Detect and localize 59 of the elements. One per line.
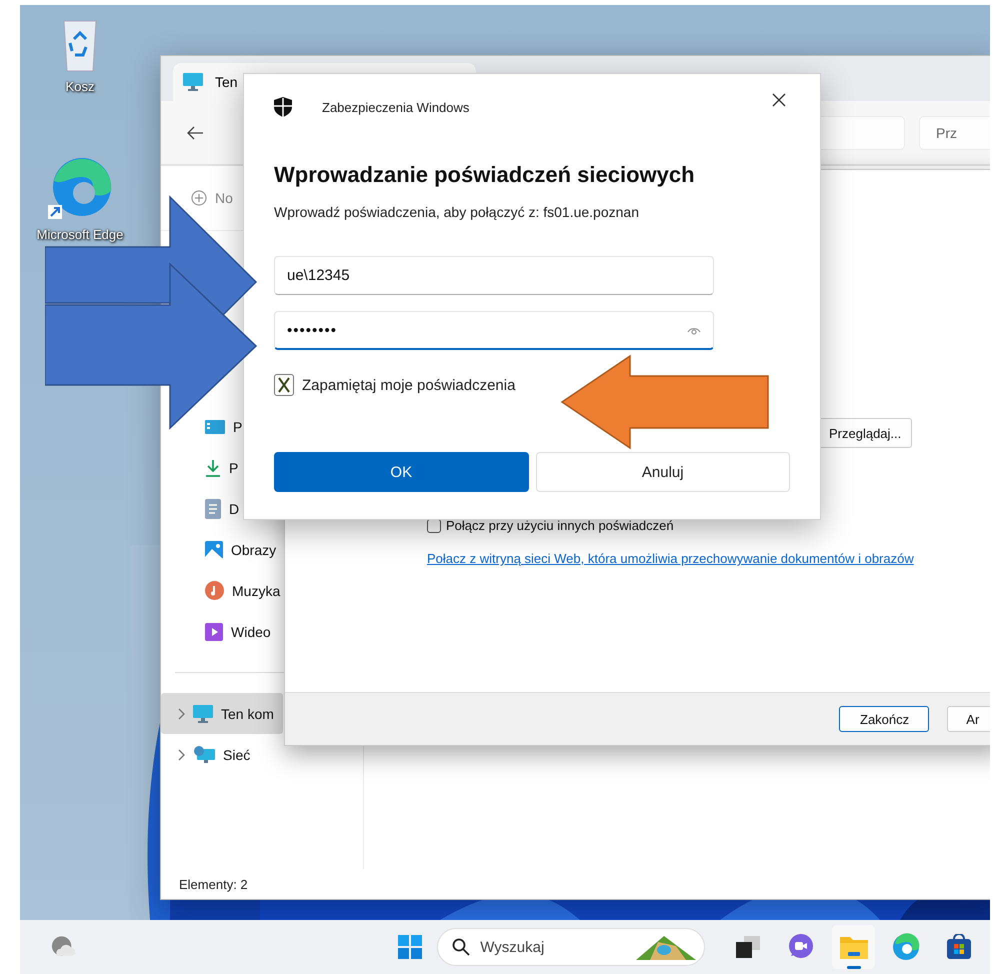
chevron-icon[interactable] (177, 748, 185, 760)
web-link[interactable]: Połacz z witryną sieci Web, która umożliwia przechowywanie dokumentów i obrazów (427, 551, 990, 566)
sidebar-item[interactable]: Obrazy (161, 529, 283, 570)
network-icon (193, 746, 215, 764)
tree-label: Ten kom (221, 706, 274, 722)
status-text: Elementy: 2 (179, 876, 248, 892)
chat-icon (788, 934, 814, 960)
folder-icon (840, 935, 868, 959)
tree-item[interactable]: Ten kom (161, 693, 283, 734)
monitor-icon (183, 73, 203, 91)
browser-shortcut-icon (48, 157, 112, 221)
ok-button[interactable]: OK (274, 452, 528, 492)
sidebar-item[interactable]: Muzyka (161, 570, 283, 611)
chevron-icon[interactable] (177, 708, 185, 720)
pictures-icon (205, 540, 223, 558)
desktop-icon (205, 418, 225, 436)
password-field[interactable]: •••••••• (274, 311, 714, 350)
new-button[interactable]: No (191, 190, 233, 206)
dialog-heading: Wprowadzanie poświadczeń sieciowych (274, 162, 696, 188)
sidebar-item[interactable]: Wideo (161, 611, 283, 652)
checkbox-label: Połącz przy użyciu innych poświadczeń (446, 518, 674, 533)
sidebar-label: Muzyka (232, 582, 280, 598)
landscape-icon (636, 934, 696, 960)
tree-item[interactable]: Sieć (161, 734, 283, 775)
cancel-button[interactable]: Anuluj (536, 452, 790, 492)
browser-icon (892, 933, 920, 961)
download-icon (205, 458, 221, 476)
document-icon (205, 498, 221, 518)
close-icon (772, 93, 786, 107)
wizard-button[interactable]: Zakończ (839, 706, 930, 732)
checkbox[interactable] (274, 374, 294, 396)
search-icon (452, 938, 470, 956)
sidebar-label: P (229, 460, 238, 476)
desktop-icon-label: Microsoft Edge (36, 227, 124, 242)
checkbox-label: Zapamiętaj moje poświadczenia (302, 376, 516, 394)
windows-logo-icon (398, 935, 422, 959)
sidebar-label: D (229, 500, 240, 516)
username-field[interactable]: ue\12345 (274, 256, 714, 295)
store-icon (946, 934, 972, 960)
wizard-button[interactable]: Ar (947, 706, 990, 732)
monitor-icon (193, 704, 213, 722)
sidebar-label: Wideo (231, 624, 271, 640)
desktop-icon-label: Kosz (66, 79, 94, 94)
task-view-icon (736, 936, 760, 958)
shield-icon (274, 97, 292, 117)
tree-label: Sieć (223, 746, 250, 762)
video-icon (205, 622, 223, 640)
dialog-app-title: Zabezpieczenia Windows (322, 100, 470, 114)
browse-button[interactable]: Przeglądaj... (818, 418, 912, 448)
back-arrow-icon[interactable] (187, 126, 203, 140)
eye-icon[interactable] (687, 325, 701, 335)
plus-circle-icon (191, 190, 207, 206)
music-icon (205, 581, 224, 600)
sidebar-label: Obrazy (231, 542, 276, 558)
taskbar-search-field[interactable]: Wyszukaj (437, 928, 706, 966)
dialog-description: Wprowadź poświadczenia, aby połączyć z: fs01.ue.poznan (274, 204, 640, 220)
search-field[interactable]: Prz (919, 116, 990, 150)
sidebar-label: P (233, 418, 242, 434)
tab-title: Ten (215, 74, 238, 90)
